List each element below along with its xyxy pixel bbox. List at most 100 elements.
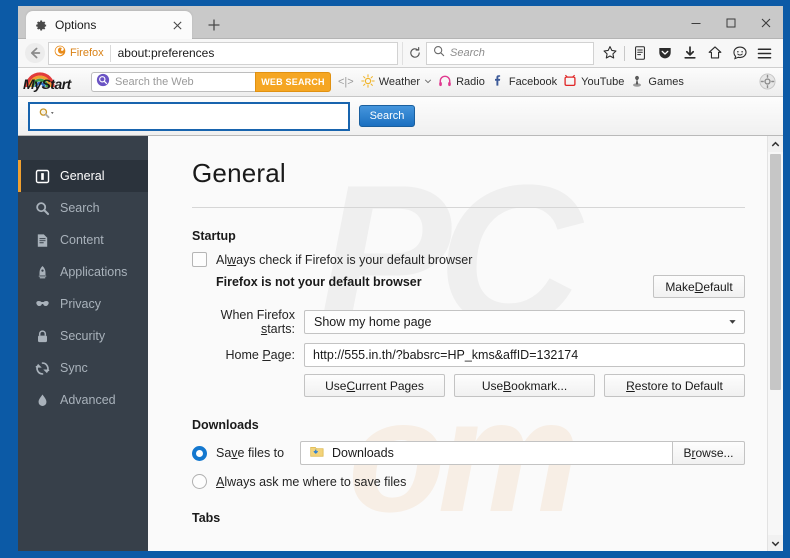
mystart-link-weather[interactable]: Weather: [360, 73, 432, 91]
pocket-icon[interactable]: [652, 41, 677, 66]
tab-title: Options: [55, 18, 97, 32]
chevron-up-icon[interactable]: [768, 136, 783, 152]
web-search-button[interactable]: WEB SEARCH: [255, 72, 331, 92]
when-firefox-starts-value: Show my home page: [314, 315, 432, 329]
sidebar-item-privacy[interactable]: Privacy: [18, 288, 148, 320]
magnifier-dropdown-icon[interactable]: [38, 106, 56, 126]
scrollbar-thumb[interactable]: [770, 154, 781, 390]
downloads-icon[interactable]: [677, 41, 702, 66]
search-icon: [34, 200, 50, 216]
home-icon[interactable]: [702, 41, 727, 66]
sidebar-item-label: Sync: [60, 361, 88, 375]
secondary-search-button[interactable]: Search: [359, 105, 415, 127]
make-default-button[interactable]: Make Default: [653, 275, 745, 298]
default-browser-checkbox[interactable]: [192, 252, 207, 267]
mystart-link-label: Weather: [378, 76, 421, 88]
vertical-scrollbar[interactable]: [767, 136, 783, 551]
identity-box[interactable]: Firefox: [49, 44, 111, 62]
save-files-to-row: Save files to Downloads Br owse...: [192, 441, 745, 465]
mystart-link-games[interactable]: Games: [630, 74, 684, 91]
search-placeholder: Search: [450, 47, 485, 59]
folder-download-icon: [310, 445, 324, 461]
maximize-button[interactable]: [713, 6, 748, 39]
sidebar-item-applications[interactable]: Applications: [18, 256, 148, 288]
chevron-down-icon[interactable]: [424, 76, 432, 88]
default-browser-check-row[interactable]: Always check if Firefox is your default …: [192, 252, 783, 267]
toolbar-divider: <|>: [338, 76, 354, 88]
sidebar-item-content[interactable]: Content: [18, 224, 148, 256]
sidebar-item-label: Security: [60, 329, 106, 343]
sidebar-item-label: Content: [60, 233, 104, 247]
preferences-content: PC om General: [18, 136, 783, 551]
reload-icon[interactable]: [402, 41, 426, 65]
minimize-button[interactable]: [678, 6, 713, 39]
browse-button[interactable]: Br owse...: [672, 441, 745, 465]
url-text[interactable]: about:preferences: [111, 46, 215, 60]
restore-to-default-button[interactable]: Restore to Default: [604, 374, 745, 397]
always-ask-radio[interactable]: [192, 474, 207, 489]
mask-icon: [34, 296, 50, 312]
close-icon[interactable]: [169, 17, 185, 33]
home-page-buttons: Use Current Pages Use Bookmark... Restor…: [304, 374, 745, 397]
mystart-link-label: Facebook: [508, 76, 558, 88]
mystart-wordmark: MyStart: [23, 76, 71, 92]
downloads-heading: Downloads: [192, 418, 259, 432]
back-arrow-icon[interactable]: [22, 40, 48, 66]
gear-icon: [33, 18, 48, 33]
menu-hamburger-icon[interactable]: [752, 41, 777, 66]
home-page-input[interactable]: http://555.in.th/?babsrc=HP_kms&affID=13…: [304, 343, 745, 367]
secondary-search-input[interactable]: [28, 101, 350, 131]
always-ask-label: Always ask me where to save files: [216, 474, 407, 489]
plus-icon[interactable]: [204, 15, 224, 35]
mystart-toolbar: MyStart Search the Web WEB SEARCH <|> We…: [18, 68, 783, 97]
chevron-down-icon: [728, 315, 737, 329]
rocket-icon: [34, 264, 50, 280]
navigation-toolbar: Firefox about:preferences Search: [18, 39, 783, 68]
use-bookmark-button[interactable]: Use Bookmark...: [454, 374, 595, 397]
mystart-rainbow-icon[interactable]: MyStart: [23, 70, 85, 94]
sidebar-item-advanced[interactable]: Advanced: [18, 384, 148, 416]
url-bar[interactable]: Firefox about:preferences: [48, 41, 398, 65]
mystart-link-youtube[interactable]: YouTube: [563, 74, 624, 91]
tabs-heading: Tabs: [192, 511, 221, 525]
search-magnifier-icon: [96, 73, 110, 92]
tab-options[interactable]: Options: [26, 11, 192, 39]
chevron-down-icon[interactable]: [768, 535, 783, 551]
identity-label: Firefox: [70, 47, 104, 59]
always-ask-row[interactable]: Always ask me where to save files: [192, 474, 783, 489]
close-button[interactable]: [748, 6, 783, 39]
sidebar-item-label: General: [60, 169, 105, 183]
mystart-link-radio[interactable]: Radio: [438, 74, 485, 91]
sync-chat-icon[interactable]: [727, 41, 752, 66]
mystart-link-label: Radio: [456, 76, 485, 88]
browser-window: Options Firefox about:preferences Search…: [0, 0, 790, 558]
mystart-search[interactable]: Search the Web WEB SEARCH: [91, 72, 331, 92]
page-title: General: [192, 158, 286, 188]
bookmark-star-icon[interactable]: [597, 41, 622, 66]
lock-icon: [34, 328, 50, 344]
gear-icon[interactable]: [759, 73, 776, 90]
scrollbar-track[interactable]: [768, 152, 783, 535]
reader-list-icon[interactable]: [627, 41, 652, 66]
download-folder-field[interactable]: Downloads: [300, 441, 672, 465]
search-input[interactable]: Search: [426, 41, 594, 65]
content-page-icon: [34, 232, 50, 248]
sidebar-item-security[interactable]: Security: [18, 320, 148, 352]
save-files-to-radio[interactable]: [192, 445, 207, 461]
download-folder-value: Downloads: [332, 446, 394, 460]
startup-heading: Startup: [192, 229, 236, 243]
facebook-f-icon: [491, 74, 505, 91]
preferences-main-pane: General Startup Always check if Firefox …: [148, 136, 783, 551]
title-divider: [192, 207, 745, 208]
general-icon: [34, 168, 50, 184]
sidebar-item-search[interactable]: Search: [18, 192, 148, 224]
mystart-link-facebook[interactable]: Facebook: [491, 74, 557, 91]
sidebar-item-general[interactable]: General: [18, 160, 148, 192]
sync-icon: [34, 360, 50, 376]
when-firefox-starts-select[interactable]: Show my home page: [304, 310, 745, 334]
headphones-icon: [438, 74, 452, 91]
use-current-pages-button[interactable]: Use Current Pages: [304, 374, 445, 397]
mystart-search-input[interactable]: Search the Web: [91, 72, 255, 92]
search-icon: [433, 44, 445, 62]
sidebar-item-sync[interactable]: Sync: [18, 352, 148, 384]
